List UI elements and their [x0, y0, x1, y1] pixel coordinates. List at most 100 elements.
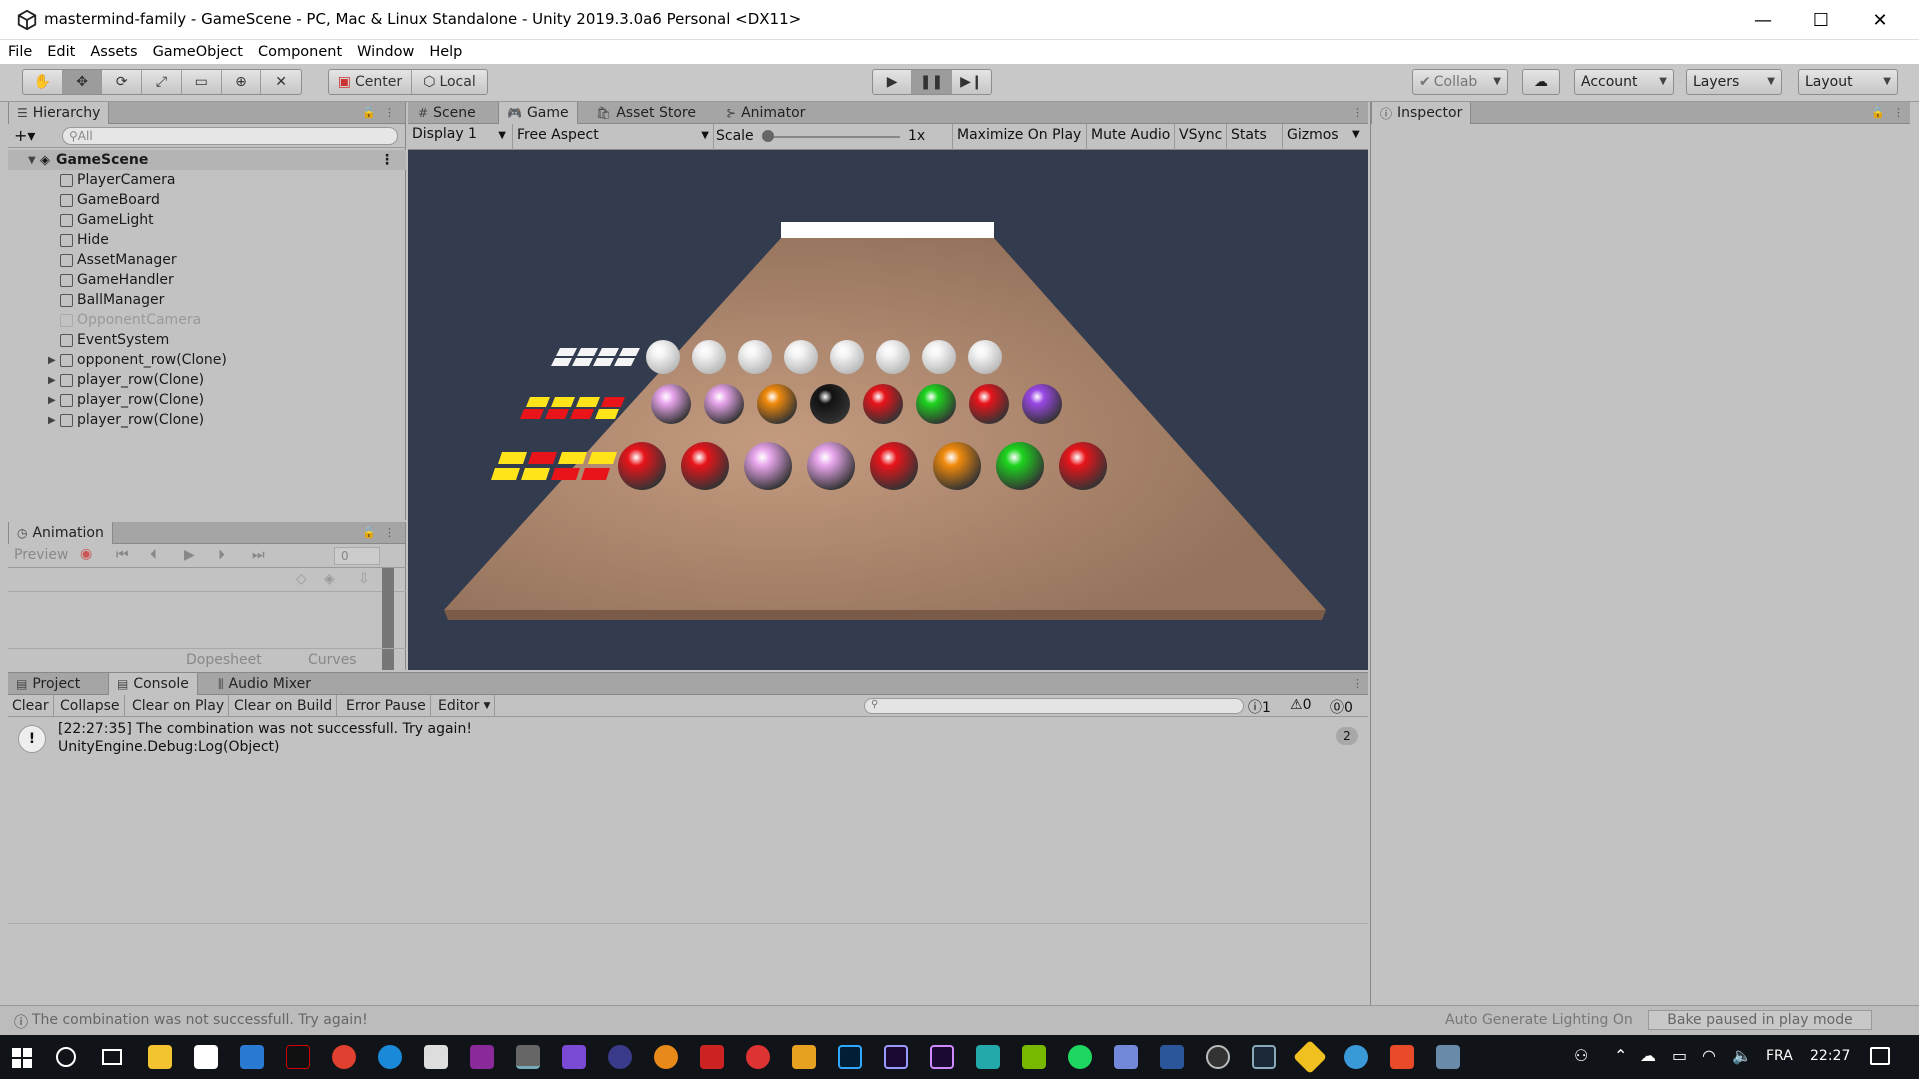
- record-icon[interactable]: ◉: [80, 546, 92, 562]
- eclipse-icon[interactable]: [608, 1045, 632, 1069]
- visual-studio-icon[interactable]: [562, 1045, 586, 1069]
- task-view-icon[interactable]: [102, 1049, 122, 1065]
- blender-icon[interactable]: [654, 1045, 678, 1069]
- code-ball[interactable]: [651, 384, 691, 424]
- pause-button[interactable]: ❚❚: [912, 70, 952, 94]
- hand-tool-icon[interactable]: ✋: [23, 70, 63, 94]
- onedrive-icon[interactable]: ☁: [1640, 1046, 1656, 1065]
- transform-tool-icon[interactable]: ⊕: [222, 70, 262, 94]
- code-ball[interactable]: [810, 384, 850, 424]
- hierarchy-item[interactable]: GameLight: [8, 210, 154, 230]
- kebab-menu-icon[interactable]: ⋮: [380, 152, 394, 168]
- last-key-icon[interactable]: ⏭: [252, 547, 265, 563]
- code-ball[interactable]: [618, 442, 666, 490]
- first-key-icon[interactable]: ⏮: [116, 547, 129, 563]
- code-ball[interactable]: [1059, 442, 1107, 490]
- error-count-toggle[interactable]: ⓪0: [1330, 697, 1353, 717]
- code-ball[interactable]: [757, 384, 797, 424]
- layers-dropdown[interactable]: Layers ▼: [1686, 69, 1782, 95]
- lock-icon[interactable]: 🔒: [362, 106, 376, 119]
- mute-audio-toggle[interactable]: Mute Audio: [1086, 124, 1174, 150]
- notifications-icon[interactable]: [1870, 1047, 1890, 1065]
- gizmos-toggle[interactable]: Gizmos: [1282, 124, 1343, 150]
- minimize-button[interactable]: —: [1734, 0, 1792, 40]
- scale-slider-track[interactable]: [764, 136, 900, 138]
- hierarchy-item[interactable]: Hide: [8, 230, 109, 250]
- hierarchy-item[interactable]: BallManager: [8, 290, 164, 310]
- menu-help[interactable]: Help: [429, 44, 462, 60]
- clock[interactable]: 22:27: [1810, 1048, 1850, 1064]
- game-render[interactable]: [408, 150, 1368, 670]
- kebab-menu-icon[interactable]: ⋮: [1352, 106, 1363, 119]
- obs-icon[interactable]: [1206, 1045, 1230, 1069]
- hierarchy-item[interactable]: EventSystem: [8, 330, 169, 350]
- kebab-menu-icon[interactable]: ⋮: [1352, 677, 1363, 690]
- photoshop-icon[interactable]: [838, 1045, 862, 1069]
- expand-arrow-icon[interactable]: ▼: [28, 155, 40, 166]
- phpstorm-icon[interactable]: [470, 1045, 494, 1069]
- tab-hierarchy[interactable]: ☰ Hierarchy: [8, 102, 110, 124]
- play-anim-icon[interactable]: ▶: [184, 547, 195, 563]
- error-pause-button[interactable]: Error Pause: [342, 695, 431, 717]
- prev-key-icon[interactable]: ⏴: [150, 547, 157, 563]
- store-icon[interactable]: [194, 1045, 218, 1069]
- code-ball[interactable]: [870, 442, 918, 490]
- hierarchy-item[interactable]: ▶ player_row(Clone): [8, 390, 204, 410]
- file-explorer-icon[interactable]: [148, 1045, 172, 1069]
- expand-arrow-icon[interactable]: ▶: [48, 355, 60, 366]
- hierarchy-search-input[interactable]: ⚲All: [62, 127, 398, 145]
- tab-audio-mixer[interactable]: ⫼ Audio Mixer: [210, 673, 319, 695]
- collapse-button[interactable]: Collapse: [56, 695, 125, 717]
- hierarchy-item[interactable]: ▶ player_row(Clone): [8, 370, 204, 390]
- hierarchy-item[interactable]: PlayerCamera: [8, 170, 176, 190]
- stats-toggle[interactable]: Stats: [1226, 124, 1271, 150]
- people-icon[interactable]: ⚇: [1574, 1046, 1588, 1065]
- hierarchy-item[interactable]: AssetManager: [8, 250, 177, 270]
- tab-asset-store[interactable]: 🛍 Asset Store: [588, 102, 704, 124]
- clear-on-play-button[interactable]: Clear on Play: [128, 695, 230, 717]
- tab-console[interactable]: ▤ Console: [108, 673, 198, 695]
- tab-scene[interactable]: # Scene: [410, 102, 484, 124]
- console-search-input[interactable]: ⚲: [864, 698, 1244, 714]
- rotate-tool-icon[interactable]: ⟳: [102, 70, 143, 94]
- sublime-icon[interactable]: [792, 1045, 816, 1069]
- volume-icon[interactable]: 🔈: [1732, 1046, 1752, 1065]
- nvidia-icon[interactable]: [1022, 1045, 1046, 1069]
- premiere-icon[interactable]: [930, 1045, 954, 1069]
- status-message[interactable]: The combination was not successfull. Try…: [32, 1012, 368, 1028]
- play-button[interactable]: ▶: [873, 70, 913, 94]
- expand-arrow-icon[interactable]: ▶: [48, 415, 60, 426]
- rect-tool-icon[interactable]: ▭: [182, 70, 222, 94]
- custom-tool-icon[interactable]: ✕: [261, 70, 301, 94]
- maximize-on-play-toggle[interactable]: Maximize On Play: [952, 124, 1085, 150]
- expand-arrow-icon[interactable]: ▶: [48, 375, 60, 386]
- menu-gameobject[interactable]: GameObject: [153, 44, 243, 60]
- chrome-icon[interactable]: [332, 1045, 356, 1069]
- pivot-center-button[interactable]: ▣ Center: [329, 70, 412, 94]
- hierarchy-item[interactable]: OpponentCamera: [8, 310, 201, 330]
- scale-tool-icon[interactable]: ⤢: [142, 70, 182, 94]
- aspect-dropdown[interactable]: Free Aspect ▼: [512, 124, 714, 150]
- code-ball[interactable]: [744, 442, 792, 490]
- menu-window[interactable]: Window: [357, 44, 414, 60]
- wifi-icon[interactable]: ◠: [1702, 1046, 1716, 1065]
- next-key-icon[interactable]: ⏵: [218, 547, 225, 563]
- code-ball[interactable]: [646, 340, 680, 374]
- vsync-toggle[interactable]: VSync: [1174, 124, 1226, 150]
- menu-file[interactable]: File: [8, 44, 32, 60]
- menu-edit[interactable]: Edit: [47, 44, 75, 60]
- code-ball[interactable]: [692, 340, 726, 374]
- chevron-up-icon[interactable]: ⌃: [1614, 1046, 1627, 1065]
- add-key-icon[interactable]: ◇: [296, 571, 307, 587]
- kebab-menu-icon[interactable]: ⋮: [384, 106, 395, 119]
- collab-dropdown[interactable]: ✔ Collab ▼: [1412, 69, 1508, 95]
- code-ball[interactable]: [996, 442, 1044, 490]
- app-diamond-icon[interactable]: [1293, 1040, 1327, 1074]
- close-button[interactable]: ✕: [1851, 0, 1909, 40]
- editor-dropdown[interactable]: Editor ▼: [434, 695, 496, 717]
- maximize-button[interactable]: ☐: [1792, 0, 1850, 40]
- windows-start-icon[interactable]: [12, 1048, 32, 1068]
- menu-component[interactable]: Component: [258, 44, 342, 60]
- app-orange-icon[interactable]: [1390, 1045, 1414, 1069]
- word-icon[interactable]: [1160, 1045, 1184, 1069]
